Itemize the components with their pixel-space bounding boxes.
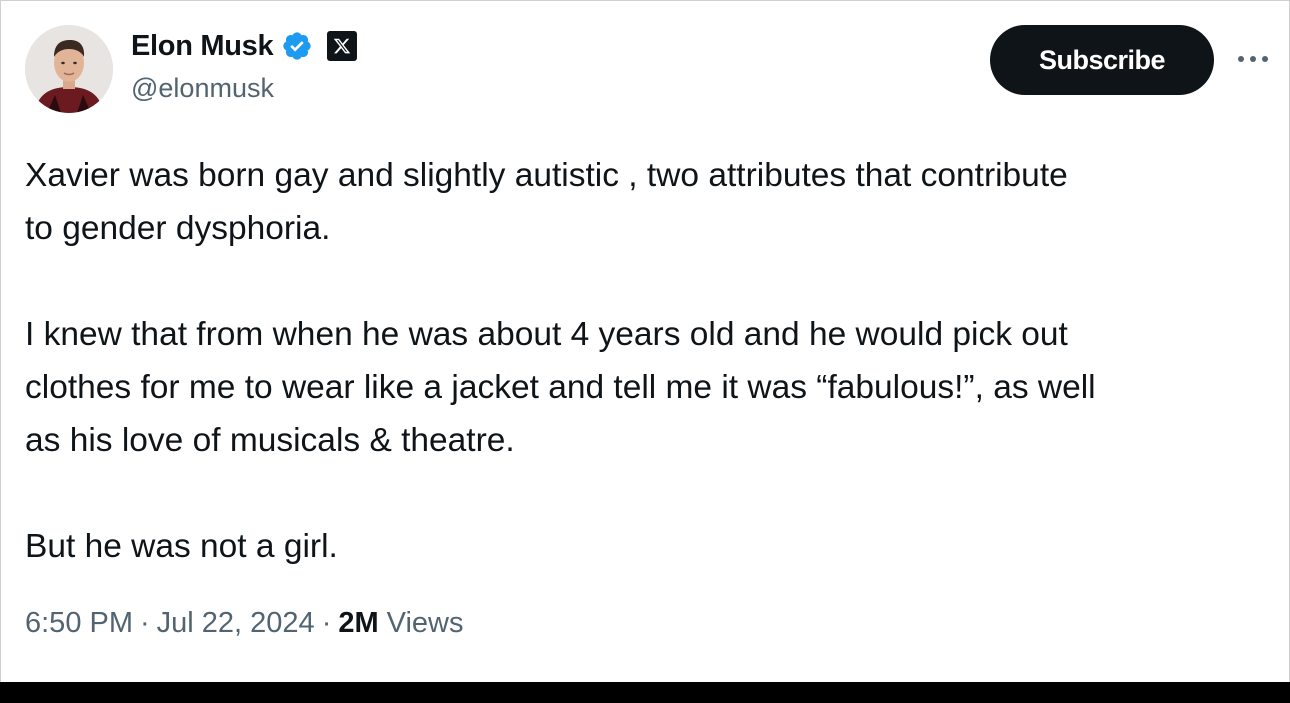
tweet-line: as his love of musicals & theatre.	[25, 422, 515, 459]
tweet-date[interactable]: Jul 22, 2024	[157, 607, 315, 640]
author-name-row: Elon Musk	[131, 27, 358, 65]
views-label[interactable]: Views	[387, 607, 464, 640]
tweet-line: I knew that from when he was about 4 yea…	[25, 316, 1068, 353]
avatar[interactable]	[25, 25, 113, 113]
more-options-icon	[1238, 56, 1268, 62]
x-logo-icon	[327, 31, 358, 61]
tweet-card: Elon Musk @elonmusk Subscribe Xavier was…	[0, 0, 1290, 682]
subscribe-button[interactable]: Subscribe	[990, 25, 1214, 95]
more-options-button[interactable]	[1229, 39, 1277, 79]
tweet-meta: 6:50 PM · Jul 22, 2024 · 2M Views	[25, 607, 464, 640]
tweet-text: Xavier was born gay and slightly autisti…	[25, 149, 1275, 573]
meta-separator: ·	[140, 607, 150, 639]
tweet-line: But he was not a girl.	[25, 528, 338, 565]
meta-separator: ·	[321, 607, 332, 639]
tweet-line: clothes for me to wear like a jacket and…	[25, 369, 1096, 406]
views-count[interactable]: 2M	[338, 607, 378, 640]
tweet-line: Xavier was born gay and slightly autisti…	[25, 157, 1068, 194]
verified-badge-icon[interactable]	[281, 30, 313, 62]
profile-photo-icon	[25, 25, 113, 113]
author-display-name[interactable]: Elon Musk	[131, 30, 274, 63]
tweet-line: to gender dysphoria.	[25, 210, 331, 247]
tweet-time[interactable]: 6:50 PM	[25, 607, 133, 640]
author-handle[interactable]: @elonmusk	[131, 73, 274, 104]
